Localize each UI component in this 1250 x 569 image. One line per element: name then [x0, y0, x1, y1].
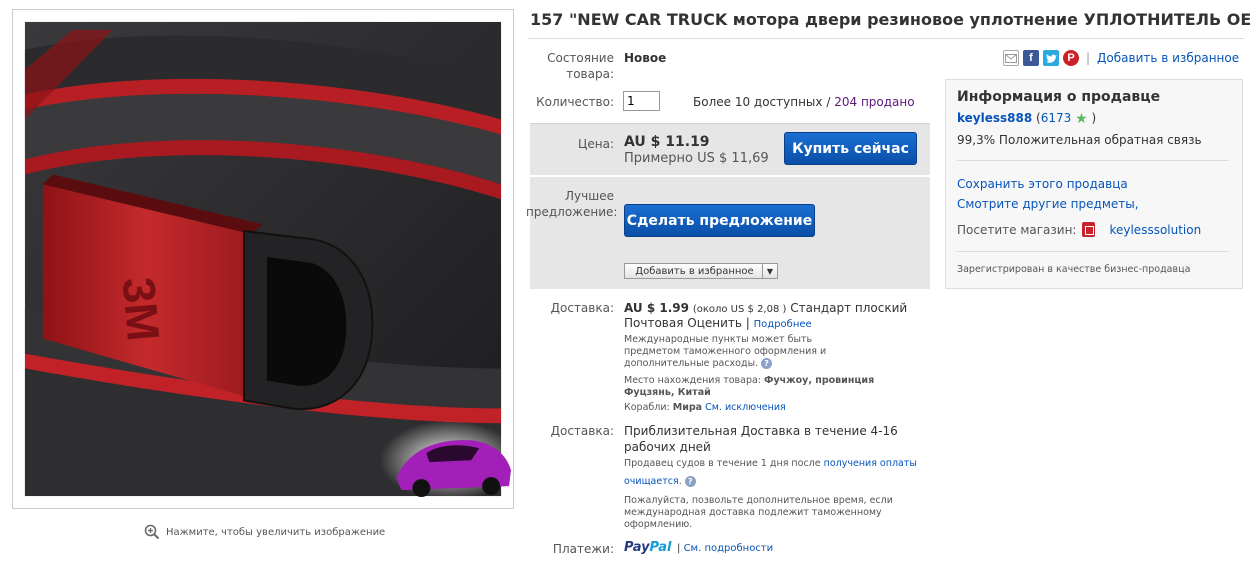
customs-note-line1: Международные пункты может быть: [624, 334, 813, 345]
sold-count-link[interactable]: 204 продано: [834, 95, 914, 109]
payments-details-link[interactable]: См. подробности: [684, 543, 774, 554]
best-offer-label-line2: предложение:: [526, 205, 618, 219]
paypal-logo-pal: Pal: [649, 540, 672, 555]
payment-cleared-link[interactable]: получения оплаты: [824, 458, 917, 469]
delivery-estimate-line2: рабочих дней: [624, 440, 711, 454]
customs-delay-line2: международная доставка подлежит таможенн…: [624, 507, 882, 518]
ships-label: Корабли:: [624, 402, 670, 413]
add-to-watchlist-link[interactable]: Добавить в избранное: [1097, 51, 1239, 65]
chevron-down-icon[interactable]: ▼: [762, 264, 777, 278]
best-offer-label: Лучшее предложение:: [526, 188, 618, 220]
feedback-star-icon: ★: [1075, 111, 1088, 127]
condition-value: Новое: [624, 51, 667, 65]
magnifier-plus-icon: [144, 524, 160, 540]
item-title: 157 "NEW CAR TRUCK мотора двери резиново…: [530, 10, 1250, 29]
handling-note-dot: .: [678, 476, 682, 487]
shipping-cost: AU $ 1.99: [624, 301, 689, 315]
handling-note: Продавец судов в течение 1 дня после пол…: [624, 458, 917, 470]
help-icon[interactable]: ?: [684, 476, 696, 487]
business-seller-note: Зарегистрирован в качестве бизнес-продав…: [957, 264, 1191, 275]
paypal-logo-pay: Pay: [624, 540, 650, 555]
customs-delay-note: Пожалуйста, позвольте дополнительное вре…: [624, 495, 893, 531]
save-seller-link[interactable]: Сохранить этого продавца: [957, 177, 1128, 191]
zoom-hint[interactable]: Нажмите, чтобы увеличить изображение: [144, 524, 385, 540]
tape-3m-marking: 3M: [113, 275, 169, 343]
shipping-label: Доставка:: [550, 301, 614, 315]
price-approx: Примерно US $ 11,69: [624, 151, 769, 166]
seller-paren-close: ): [1091, 111, 1097, 125]
store-row: Посетите магазин: keylesssolution: [957, 222, 1201, 237]
seller-info-title: Информация о продавце: [957, 89, 1161, 105]
paypal-logo: PayPal: [624, 540, 671, 555]
shipping-approx: (около US $ 2,08 ): [692, 304, 787, 315]
ships-to: Корабли: Мира См. исключения: [624, 402, 786, 414]
shipping-method-line2: Почтовая Оценить: [624, 316, 742, 330]
make-offer-button[interactable]: Сделать предложение: [624, 204, 815, 237]
quantity-input[interactable]: [623, 91, 660, 111]
zoom-hint-text: Нажмите, чтобы увеличить изображение: [166, 526, 386, 538]
add-to-watchlist-label: Добавить в избранное: [635, 265, 754, 277]
payments-details: | См. подробности: [677, 541, 773, 557]
pinterest-icon[interactable]: P: [1063, 50, 1079, 66]
customs-note-line3: дополнительные расходы.: [624, 358, 759, 369]
exclusions-link[interactable]: См. исключения: [705, 402, 786, 413]
shipping-method: Стандарт плоский: [790, 301, 908, 315]
title-divider: [528, 38, 1244, 39]
condition-label: Состояние товара:: [526, 50, 614, 82]
quantity-availability: Более 10 доступных / 204 продано: [693, 94, 915, 110]
twitter-icon[interactable]: [1043, 50, 1059, 66]
available-count: Более 10 доступных: [693, 95, 823, 109]
customs-delay-line1: Пожалуйста, позвольте дополнительное вре…: [624, 495, 893, 506]
store-label: Посетите магазин:: [957, 222, 1077, 237]
quantity-separator: /: [826, 95, 831, 109]
customs-note-line2: предметом таможенного оформления и: [624, 346, 827, 357]
location-value-line1: Фучжоу, провинция: [764, 375, 875, 386]
seller-divider-2: [957, 251, 1229, 252]
ships-value: Мира: [672, 402, 703, 413]
customs-delay-line3: оформлению.: [624, 519, 693, 530]
store-icon: [1082, 222, 1096, 237]
buy-now-button[interactable]: Купить сейчас: [784, 132, 917, 165]
payments-label: Платежи:: [552, 542, 614, 556]
handling-note-text: Продавец судов в течение 1 дня после: [624, 458, 821, 469]
customs-note: Международные пункты может быть предмето…: [624, 334, 826, 370]
delivery-estimate-line1: Приблизительная Доставка в течение 4-16: [624, 424, 898, 438]
other-items-link[interactable]: Смотрите другие предметы,: [957, 197, 1139, 211]
email-share-icon[interactable]: [1003, 50, 1019, 66]
store-name-link[interactable]: keylesssolution: [1109, 223, 1201, 237]
shipping-method-row2: Почтовая Оценить | Подробнее: [624, 315, 812, 333]
price-label: Цена:: [578, 137, 614, 151]
shipping-pipe: |: [745, 316, 750, 330]
help-icon[interactable]: ?: [761, 358, 773, 369]
shipping-details-link[interactable]: Подробнее: [754, 319, 812, 330]
handling-note-row2: очищается. ?: [624, 476, 696, 488]
payment-cleared-link-2[interactable]: очищается: [624, 476, 679, 487]
location-label: Место нахождения товара:: [624, 375, 762, 386]
seller-name-link[interactable]: keyless888: [957, 111, 1032, 125]
delivery-estimate: Приблизительная Доставка в течение 4-16 …: [624, 423, 898, 455]
product-image[interactable]: 3M: [12, 9, 514, 509]
seller-name-row: keyless888 (6173 ★ ): [957, 111, 1097, 127]
seller-divider: [957, 160, 1229, 161]
delivery-label: Доставка:: [550, 424, 614, 438]
payments-pipe: |: [677, 543, 681, 554]
quantity-label: Количество:: [536, 95, 614, 109]
condition-label-line2: товара:: [566, 67, 614, 81]
condition-label-line1: Состояние: [547, 51, 614, 65]
best-offer-label-line1: Лучшее: [565, 189, 614, 203]
item-location: Место нахождения товара: Фучжоу, провинц…: [624, 375, 874, 399]
share-separator: |: [1086, 51, 1091, 65]
facebook-icon[interactable]: f: [1023, 50, 1039, 66]
share-row: f P | Добавить в избранное: [1003, 50, 1239, 66]
location-value-line2: Фуцзянь, Китай: [624, 387, 711, 398]
seller-positive-feedback: 99,3% Положительная обратная связь: [957, 133, 1202, 147]
price-value: AU $ 11.19: [624, 134, 710, 150]
add-to-watchlist-button[interactable]: Добавить в избранное ▼: [624, 263, 778, 279]
product-photo: 3M: [13, 10, 513, 508]
seller-feedback-score[interactable]: 6173: [1041, 111, 1072, 125]
